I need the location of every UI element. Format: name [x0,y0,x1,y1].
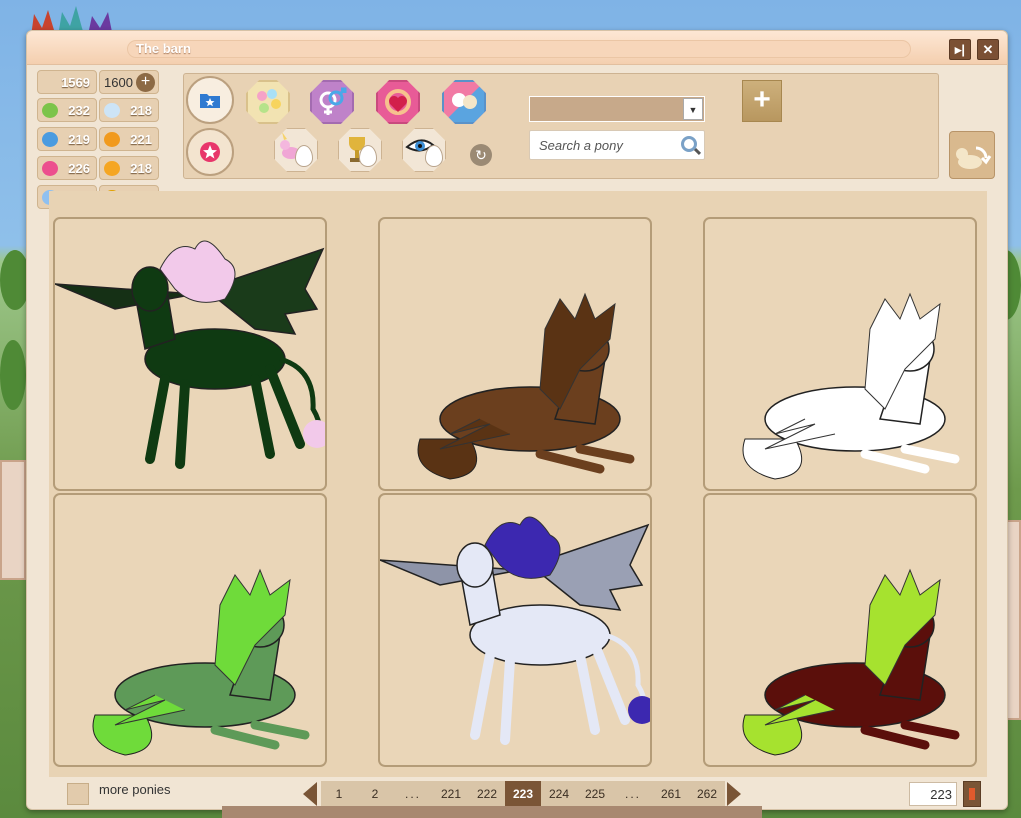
pony-image [742,568,960,756]
go-to-page-button[interactable] [963,781,981,807]
close-button[interactable]: ✕ [977,39,999,60]
pony-card-4[interactable] [53,493,327,767]
paw-orange-icon [104,161,120,176]
pony-image [55,240,325,469]
page-link[interactable]: 225 [577,781,613,807]
pony-image [417,292,635,480]
add-currency-button[interactable]: + [136,73,155,92]
stat-value: 218 [130,161,152,176]
page-link[interactable]: 1 [321,781,357,807]
pony-transfer-icon [956,146,992,169]
star-badge-icon [200,142,220,162]
stat-heart: 226 [37,156,97,180]
stat-value: 221 [130,132,152,147]
folder-icon [200,94,220,108]
page-link[interactable]: 222 [469,781,505,807]
currency-max-value: 1600 [104,75,133,90]
search-input[interactable] [529,130,705,160]
filter-toolbar: ↻ ▼ + [183,73,939,179]
pony-couple-icon [444,82,484,122]
filter-trophy-button[interactable] [338,128,382,172]
pony-card-1[interactable] [53,217,327,491]
palette-icon [257,89,281,113]
pagination-ellipsis: ... [393,781,433,807]
filter-gender-button[interactable] [310,80,354,124]
paw-blue-icon [42,132,58,147]
cloud-icon [104,103,120,118]
page-link[interactable]: 221 [433,781,469,807]
tab-folder[interactable] [186,76,234,124]
apple-icon [42,103,58,118]
stat-cloud: 218 [99,98,159,122]
breed-drop-icon [295,145,313,167]
sort-dropdown[interactable]: ▼ [529,96,705,122]
background-house [0,460,26,580]
refresh-icon[interactable]: ↻ [470,144,492,166]
background-strip [222,806,762,818]
currency-stat: 1569 [37,70,97,94]
page-link[interactable]: 223 [505,781,541,807]
minimize-button[interactable]: ▸| [949,39,971,60]
stat-fire: 221 [99,127,159,151]
stat-value: 218 [130,103,152,118]
stat-value: 219 [68,132,90,147]
stat-paw-blue: 219 [37,127,97,151]
page-link[interactable]: 261 [653,781,689,807]
title-bar: The barn ▸| ✕ [27,31,1007,65]
stat-apple: 232 [37,98,97,122]
filter-breed-button[interactable] [274,128,318,172]
window-title: The barn [127,40,911,58]
gender-icon [319,87,347,115]
pony-image [92,568,310,756]
pony-card-6[interactable] [703,493,977,767]
pagination-ellipsis: ... [613,781,653,807]
add-pony-button[interactable]: + [742,80,782,122]
stat-value: 226 [68,161,90,176]
currency-value: 1569 [61,75,90,90]
filter-eyes-button[interactable] [402,128,446,172]
page-link[interactable]: 224 [541,781,577,807]
stat-paw-orange: 218 [99,156,159,180]
page-link[interactable]: 262 [689,781,725,807]
filter-love-button[interactable] [376,80,420,124]
trophy-drop-icon [359,145,377,167]
filter-couple-button[interactable] [442,80,486,124]
transfer-pony-button[interactable] [949,131,995,179]
currency-max-stat: 1600 + [99,70,159,94]
fire-icon [104,132,120,147]
heart-ring-icon [385,89,411,115]
pony-card-2[interactable] [378,217,652,491]
prev-page-arrow-icon[interactable] [303,782,317,806]
page-number-input[interactable] [909,782,957,806]
more-ponies-checkbox[interactable] [67,783,89,805]
stat-value: 232 [68,103,90,118]
heart-icon [42,161,58,176]
pony-image [742,292,960,480]
eyes-drop-icon [425,145,443,167]
next-page-arrow-icon[interactable] [727,782,741,806]
more-ponies-label: more ponies [99,782,171,797]
search-icon[interactable] [681,136,697,152]
background-tree [0,340,26,410]
tab-star[interactable] [186,128,234,176]
pony-card-5[interactable] [378,493,652,767]
pony-card-3[interactable] [703,217,977,491]
page-link[interactable]: 2 [357,781,393,807]
pony-image [380,516,650,745]
filter-colors-button[interactable] [246,80,290,124]
barn-window: The barn ▸| ✕ 1569 1600 + 232 218 219 22… [26,30,1008,810]
chevron-down-icon[interactable]: ▼ [683,98,703,120]
